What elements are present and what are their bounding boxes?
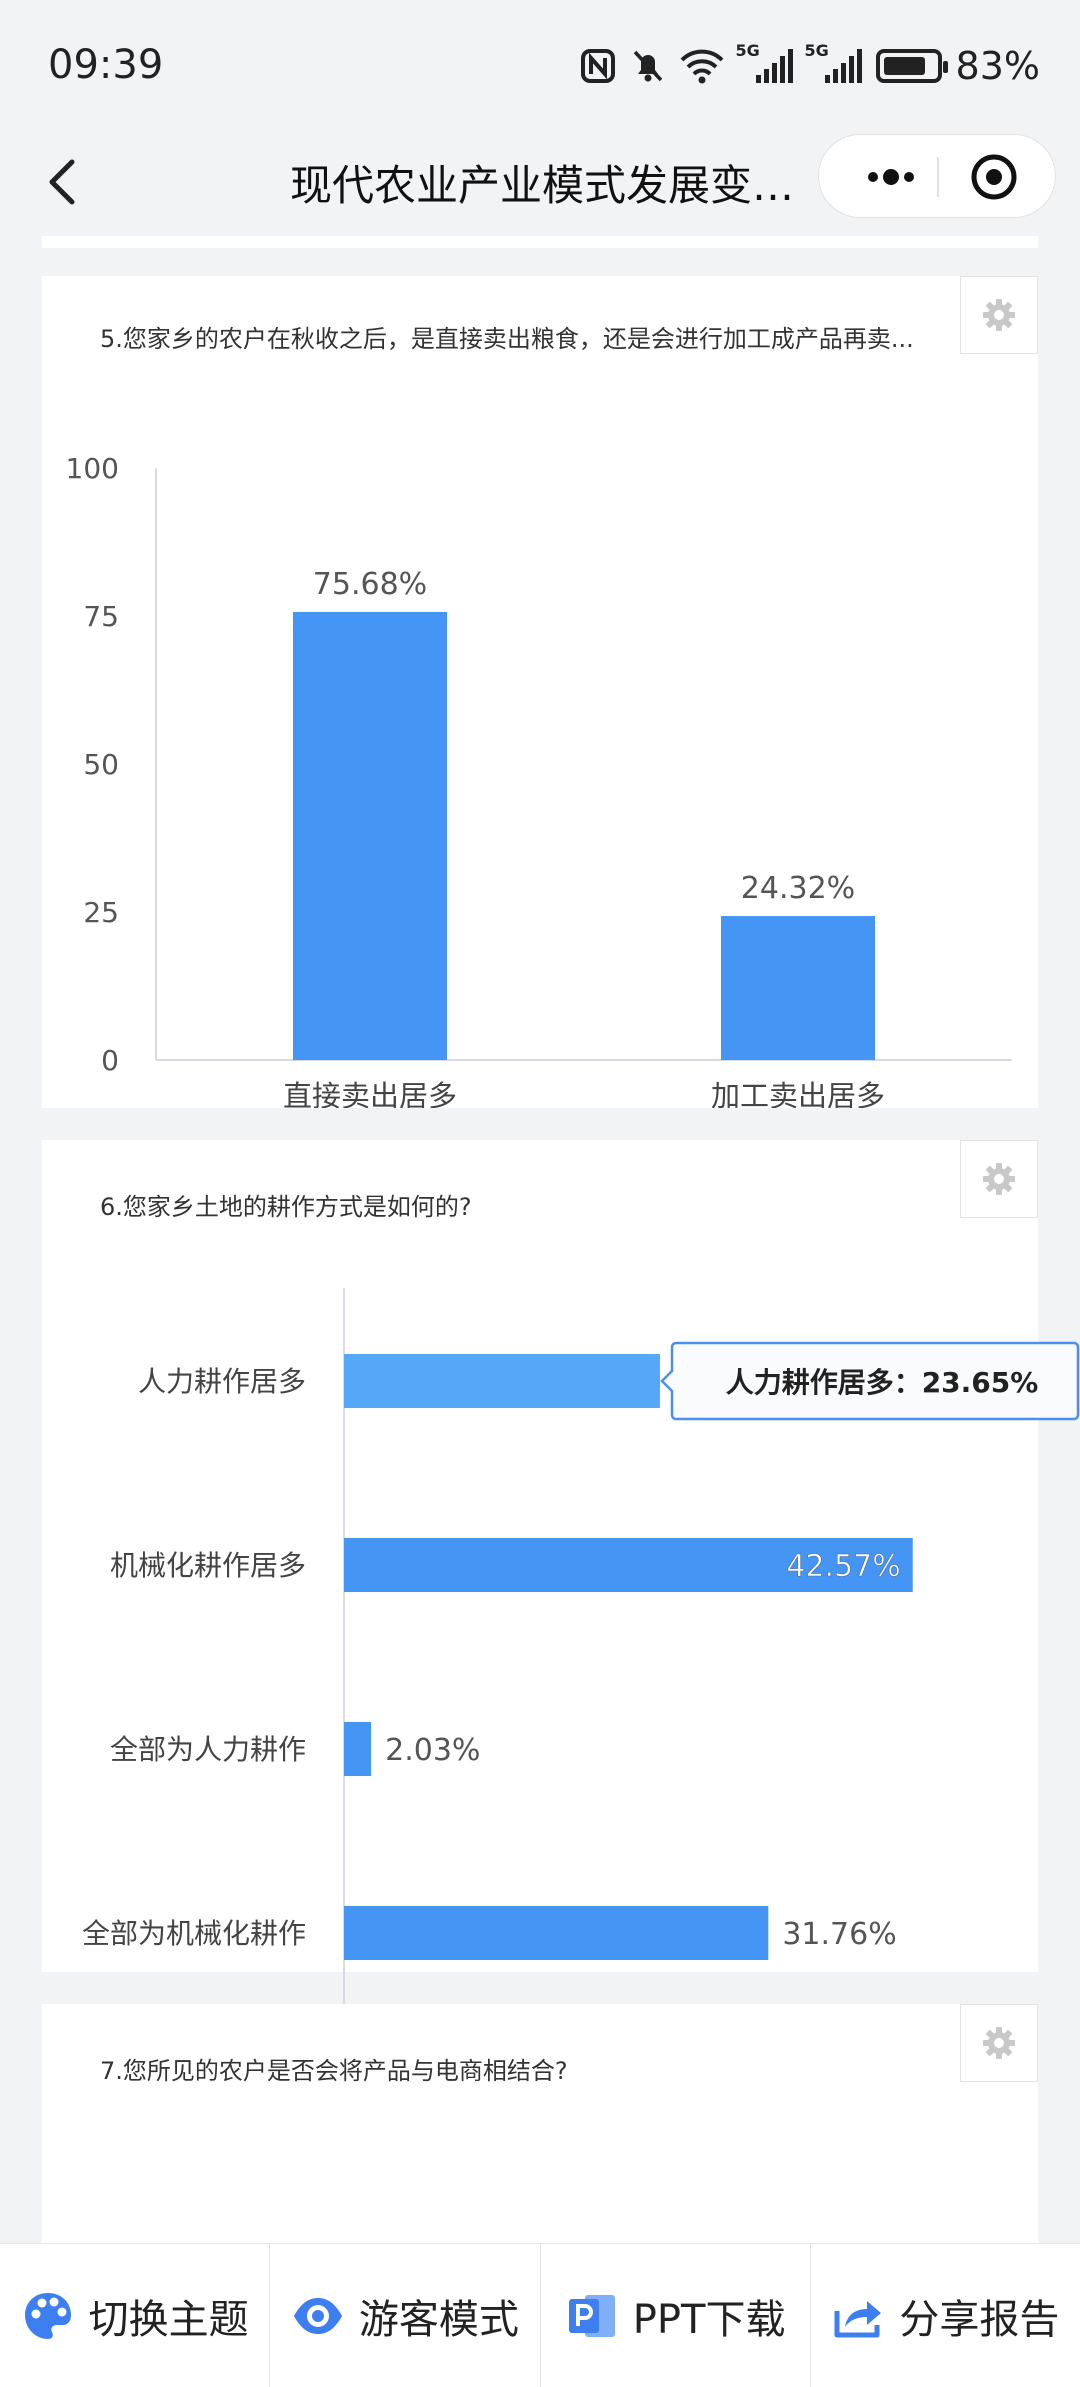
previous-card-bottom <box>42 236 1038 248</box>
bell-muted-icon <box>633 50 662 82</box>
status-bar: 09:39 5G 5G 83% <box>0 0 1080 130</box>
question-card-5: 5.您家乡的农户在秋收之后，是直接卖出粮食，还是会进行加工成产品再卖... 02… <box>42 276 1038 1108</box>
miniprogram-capsule <box>818 134 1056 218</box>
bar-chart: 0 25 50 75 100 75.68% 直接卖出居多 24.32% 加工卖出居多 <box>66 452 1012 1108</box>
share-report-label: 分享报告 <box>899 2296 1060 2343</box>
page-title: 现代农业产业模式发展变… <box>290 161 795 210</box>
y-tick-label: 50 <box>83 748 119 781</box>
y-category-label: 全部为人力耕作 <box>110 1733 306 1766</box>
battery-percent: 83% <box>955 44 1040 88</box>
status-icons: 5G 5G 83% <box>580 41 1040 88</box>
status-time: 09:39 <box>48 42 164 88</box>
report-content[interactable]: 5.您家乡的农户在秋收之后，是直接卖出粮食，还是会进行加工成产品再卖... 02… <box>0 236 1080 2243</box>
guest-mode-label: 游客模式 <box>358 2296 519 2343</box>
guest-mode-button[interactable]: 游客模式 <box>270 2244 541 2387</box>
ppt-icon <box>565 2289 619 2343</box>
y-tick-label: 100 <box>66 452 119 485</box>
chart-settings-button[interactable] <box>960 2004 1038 2082</box>
data-label: 2.03% <box>385 1733 480 1768</box>
question-title: 7.您所见的农户是否会将产品与电商相结合? <box>100 2057 568 2085</box>
bar <box>344 1354 660 1408</box>
wifi-icon <box>680 49 723 84</box>
share-report-button[interactable]: 分享报告 <box>811 2244 1080 2387</box>
data-label: 42.57% <box>786 1549 900 1584</box>
x-category-label: 直接卖出居多 <box>283 1079 457 1108</box>
more-dots-icon <box>868 169 914 185</box>
signal-5g-1-icon: 5G <box>736 41 793 83</box>
question-card-7: 7.您所见的农户是否会将产品与电商相结合? <box>42 2004 1038 2243</box>
palette-icon <box>21 2289 75 2343</box>
x-category-label: 加工卖出居多 <box>711 1079 885 1108</box>
y-tick-label: 75 <box>83 600 119 633</box>
bar <box>344 1722 372 1776</box>
bar <box>293 611 447 1060</box>
bar <box>344 1906 769 1960</box>
horizontal-bar-chart: 01020304050人力耕作居多23.65%机械化耕作居多42.57%全部为人… <box>82 1288 1080 2077</box>
capsule-divider <box>937 157 939 197</box>
chart-tooltip-text: 人力耕作居多：23.65% <box>726 1366 1039 1399</box>
switch-theme-label: 切换主题 <box>88 2296 249 2343</box>
data-label: 24.32% <box>741 871 855 906</box>
y-tick-label: 0 <box>101 1044 119 1077</box>
question-card-6: 6.您家乡土地的耕作方式是如何的? 01020304050人力耕作居多23.65… <box>42 1140 1080 2077</box>
y-category-label: 人力耕作居多 <box>138 1365 306 1398</box>
y-tick-label: 25 <box>83 896 119 929</box>
data-label: 31.76% <box>782 1917 896 1952</box>
nav-bar: 现代农业产业模式发展变… <box>0 130 1080 236</box>
battery-icon <box>875 49 948 83</box>
share-icon <box>831 2289 885 2343</box>
ppt-download-label: PPT下载 <box>632 2296 786 2343</box>
target-icon <box>971 154 1017 200</box>
nfc-icon <box>580 49 615 83</box>
close-miniprogram-button[interactable] <box>969 152 1019 202</box>
bottom-toolbar: 切换主题 游客模式 PPT下载 分享报告 <box>0 2243 1080 2387</box>
back-button[interactable] <box>36 150 96 214</box>
bar <box>721 916 875 1060</box>
ppt-download-button[interactable]: PPT下载 <box>541 2244 811 2387</box>
eye-icon <box>291 2289 345 2343</box>
signal-5g-2-icon: 5G <box>805 41 862 83</box>
chevron-left-icon <box>49 159 75 205</box>
switch-theme-button[interactable]: 切换主题 <box>0 2244 271 2387</box>
data-label: 75.68% <box>313 567 427 602</box>
gear-icon <box>983 2027 1015 2059</box>
y-category-label: 全部为机械化耕作 <box>82 1917 306 1950</box>
more-button[interactable] <box>853 157 929 197</box>
y-category-label: 机械化耕作居多 <box>110 1549 306 1582</box>
